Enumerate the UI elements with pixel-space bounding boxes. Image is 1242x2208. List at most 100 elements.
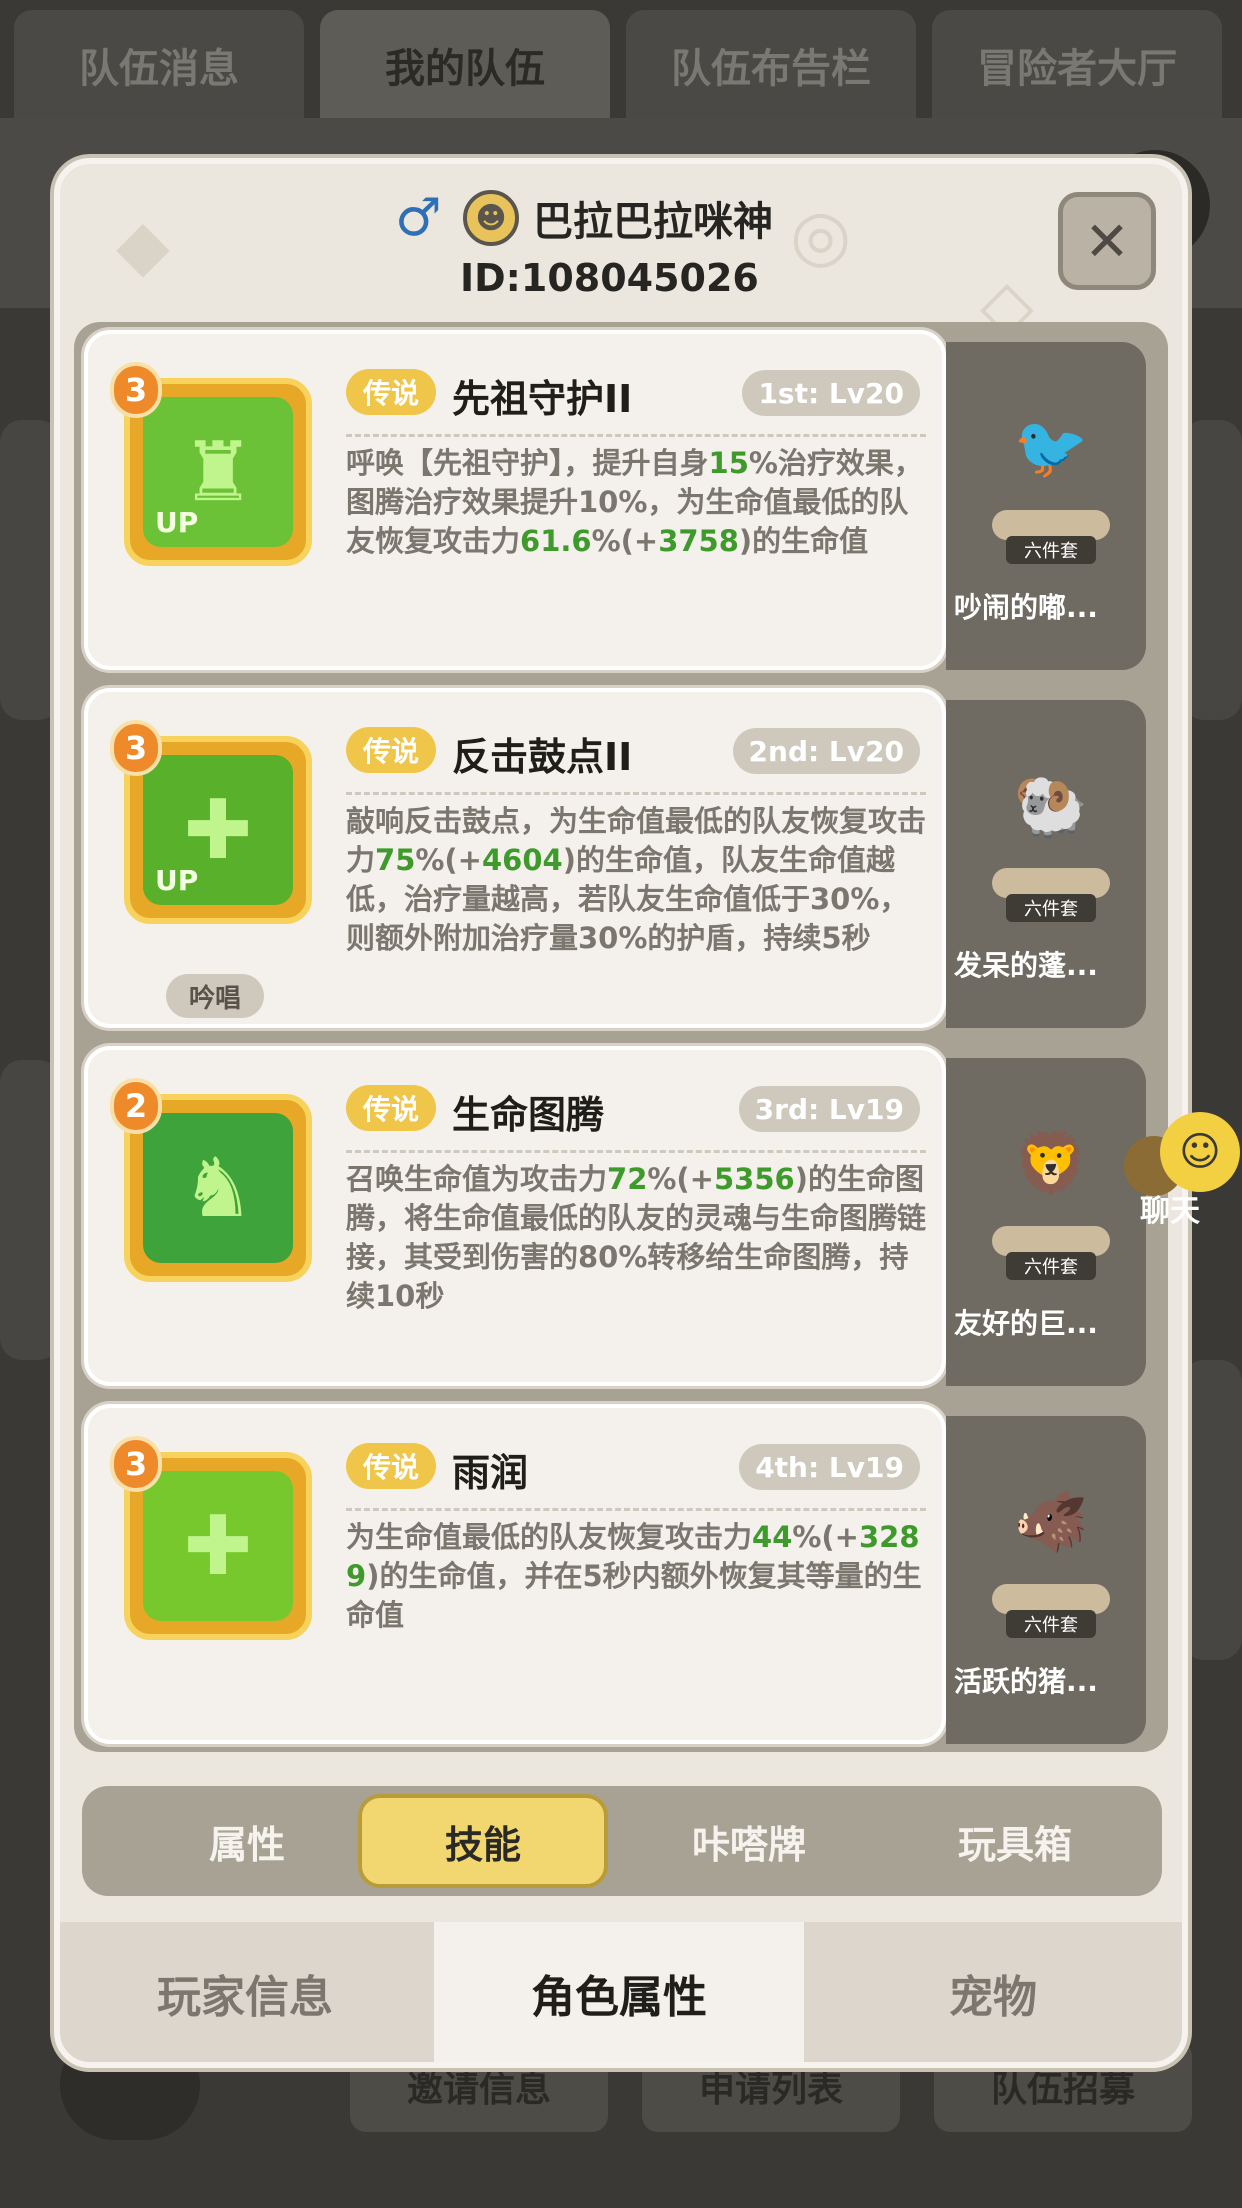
description-text: %(+ (415, 843, 482, 877)
skill-emblem-icon: ♞ (143, 1113, 293, 1263)
highlight-value: 72 (607, 1162, 648, 1196)
skill-description: 为生命值最低的队友恢复攻击力44%(+3289)的生命值，并在5秒内额外恢复其等… (346, 1518, 936, 1635)
player-avatar-icon: ☻ (463, 190, 519, 246)
tab-skills[interactable]: 技能 (358, 1794, 608, 1888)
pet-name: 活跃的猪... (954, 1665, 1098, 1698)
skill-description: 呼唤【先祖守护】，提升自身15%治疗效果，图腾治疗效果提升10%，为生命值最低的… (346, 444, 936, 561)
tab-toy-box[interactable]: 玩具箱 (890, 1794, 1140, 1888)
pet-card[interactable]: 🦁 六件套友好的巨... (946, 1058, 1146, 1386)
divider (346, 1150, 926, 1153)
pet-set-tag: 六件套 (1006, 894, 1096, 922)
skill-emblem-icon: ♜ UP (143, 397, 293, 547)
pet-name: 吵闹的嘟... (954, 591, 1098, 624)
tab-my-team[interactable]: 我的队伍 (320, 10, 610, 120)
bottom-tab-bar: 玩家信息 角色属性 宠物 (60, 1922, 1182, 2062)
background-decoration (0, 1060, 60, 1360)
background-decoration (1182, 1360, 1242, 1660)
pet-name: 友好的巨... (954, 1307, 1098, 1340)
skill-row[interactable]: ♞ 2 传说 生命图腾 3rd: Lv19 召唤生命值为攻击力72%(+5356)的生命图… (84, 1046, 1160, 1386)
skill-slot-level: 4th: Lv19 (739, 1444, 920, 1490)
rarity-tag: 传说 (346, 1085, 436, 1131)
male-gender-icon: ♂ (395, 188, 442, 248)
description-text: 召唤生命值为攻击力 (346, 1162, 608, 1196)
description-text: %(+ (591, 524, 659, 558)
skill-card[interactable]: ✚ 3 传说 雨润 4th: Lv19 为生命值最低的队友恢复攻击力44%(+3289)的… (84, 1404, 946, 1744)
skill-name: 生命图腾 (452, 1093, 605, 1137)
highlight-value: 5356 (713, 1162, 795, 1196)
sub-tab-bar: 属性 技能 咔嗒牌 玩具箱 (82, 1786, 1162, 1896)
highlight-value: 3758 (658, 524, 739, 558)
upgrade-label: UP (155, 506, 199, 539)
background-decoration (1182, 420, 1242, 720)
highlight-value: 4604 (481, 843, 563, 877)
tab-character-attributes[interactable]: 角色属性 (434, 1922, 804, 2062)
pet-figure-icon: 🦁 (1013, 1128, 1089, 1199)
pet-name: 发呆的蓬... (954, 949, 1098, 982)
description-text: 为生命值最低的队友恢复攻击力 (346, 1520, 753, 1554)
skill-level-badge: 2 (110, 1078, 162, 1134)
skill-slot-level: 2nd: Lv20 (732, 728, 920, 774)
pet-card[interactable]: 🐦 六件套吵闹的嘟... (946, 342, 1146, 670)
skill-row[interactable]: ♜ UP 3 传说 先祖守护II 1st: Lv20 呼唤【先祖守护】，提升自身15%治疗效… (84, 330, 1160, 670)
skill-emblem-icon: ✚ (143, 1471, 293, 1621)
skill-row[interactable]: ✚ UP 3 吟唱 传说 反击鼓点II 2nd: Lv20 敲响反击鼓点，为生命值最低的队友恢… (84, 688, 1160, 1028)
pet-figure-icon: 🐗 (1013, 1486, 1089, 1557)
pet-set-tag: 六件套 (1006, 536, 1096, 564)
rarity-tag: 传说 (346, 1443, 436, 1489)
top-tab-bar: 队伍消息 我的队伍 队伍布告栏 冒险者大厅 (14, 10, 1228, 120)
skill-card[interactable]: ♜ UP 3 传说 先祖守护II 1st: Lv20 呼唤【先祖守护】，提升自身15%治疗效… (84, 330, 946, 670)
description-text: %(+ (792, 1520, 859, 1554)
pet-figure-icon: 🐏 (1013, 770, 1089, 841)
chat-label[interactable]: 聊天 (1140, 1186, 1200, 1230)
pet-set-tag: 六件套 (1006, 1610, 1096, 1638)
chat-icon[interactable]: ☺ (1160, 1112, 1240, 1192)
description-text: 呼唤【先祖守护】，提升自身 (346, 446, 709, 480)
player-detail-panel: ◆ ◎ ◇ ♂ ☻ 巴拉巴拉咪神 ID:108045026 ✕ ♜ UP 3 传说 先祖… (54, 158, 1188, 2068)
skill-level-badge: 3 (110, 1436, 162, 1492)
tab-adventurer-hall[interactable]: 冒险者大厅 (932, 10, 1222, 120)
skill-card[interactable]: ♞ 2 传说 生命图腾 3rd: Lv19 召唤生命值为攻击力72%(+5356)的生命图… (84, 1046, 946, 1386)
player-id: ID:108045026 (460, 256, 759, 300)
highlight-value: 15 (708, 446, 749, 480)
rarity-tag: 传说 (346, 369, 436, 415)
skill-description: 敲响反击鼓点，为生命值最低的队友恢复攻击力75%(+4604)的生命值，队友生命… (346, 802, 936, 958)
tab-card[interactable]: 咔嗒牌 (624, 1794, 874, 1888)
skill-level-badge: 3 (110, 720, 162, 776)
tab-team-board[interactable]: 队伍布告栏 (626, 10, 916, 120)
tab-player-info[interactable]: 玩家信息 (60, 1922, 430, 2062)
highlight-value: 44 (752, 1520, 793, 1554)
player-name: 巴拉巴拉咪神 (533, 199, 773, 245)
skill-description: 召唤生命值为攻击力72%(+5356)的生命图腾，将生命值最低的队友的灵魂与生命… (346, 1160, 936, 1316)
skill-name: 反击鼓点II (452, 735, 633, 779)
pet-card[interactable]: 🐗 六件套活跃的猪... (946, 1416, 1146, 1744)
divider (346, 1508, 926, 1511)
tab-attributes[interactable]: 属性 (122, 1794, 372, 1888)
close-button[interactable]: ✕ (1058, 192, 1156, 290)
skill-name: 先祖守护II (452, 377, 633, 421)
divider (346, 792, 926, 795)
description-text: %(+ (647, 1162, 714, 1196)
description-text: )的生命值，并在5秒内额外恢复其等量的生命值 (346, 1559, 922, 1632)
divider (346, 434, 926, 437)
skill-card[interactable]: ✚ UP 3 吟唱 传说 反击鼓点II 2nd: Lv20 敲响反击鼓点，为生命值最低的队友恢… (84, 688, 946, 1028)
pet-figure-icon: 🐦 (1013, 412, 1089, 483)
description-text: )的生命值 (738, 524, 869, 558)
skill-name: 雨润 (452, 1451, 529, 1495)
skill-slot-level: 1st: Lv20 (742, 370, 920, 416)
skill-level-badge: 3 (110, 362, 162, 418)
rarity-tag: 传说 (346, 727, 436, 773)
pet-card[interactable]: 🐏 六件套发呆的蓬... (946, 700, 1146, 1028)
skill-emblem-icon: ✚ UP (143, 755, 293, 905)
highlight-value: 61.6 (520, 524, 592, 558)
chant-tag: 吟唱 (166, 974, 264, 1018)
panel-header: ♂ ☻ 巴拉巴拉咪神 ID:108045026 ✕ (60, 164, 1182, 314)
upgrade-label: UP (155, 864, 199, 897)
tab-team-messages[interactable]: 队伍消息 (14, 10, 304, 120)
highlight-value: 75 (375, 843, 416, 877)
player-name-row: ♂ ☻ 巴拉巴拉咪神 (395, 189, 773, 247)
background-decoration (0, 420, 60, 720)
pet-set-tag: 六件套 (1006, 1252, 1096, 1280)
skill-row[interactable]: ✚ 3 传说 雨润 4th: Lv19 为生命值最低的队友恢复攻击力44%(+3289)的… (84, 1404, 1160, 1744)
tab-pet[interactable]: 宠物 (808, 1922, 1178, 2062)
skill-slot-level: 3rd: Lv19 (738, 1086, 920, 1132)
